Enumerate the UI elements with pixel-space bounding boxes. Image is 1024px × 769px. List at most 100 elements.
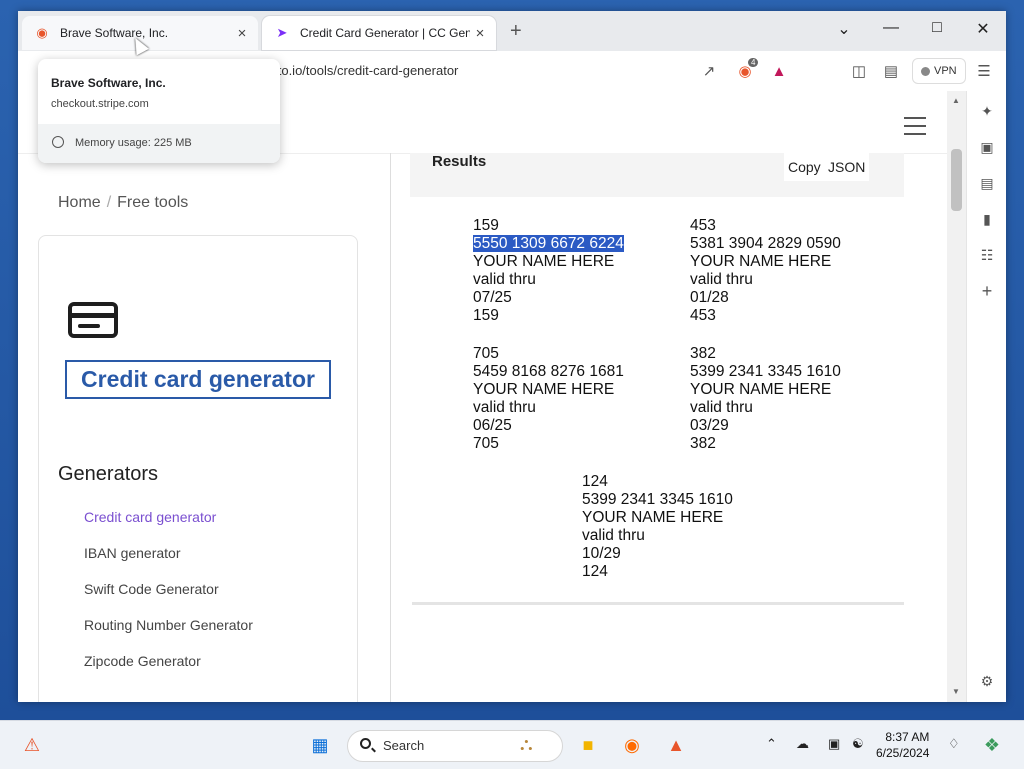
add-panel-icon[interactable]: + bbox=[977, 281, 997, 301]
results-title: Results bbox=[432, 153, 487, 170]
vpn-label: VPN bbox=[934, 65, 957, 77]
card-valid-label: valid thru bbox=[690, 271, 753, 288]
close-window-icon[interactable]: ✕ bbox=[968, 19, 998, 39]
paper-plane-icon: ➤ bbox=[276, 25, 288, 40]
talk-video-icon[interactable]: ▣ bbox=[977, 137, 997, 157]
hover-card-url: checkout.stripe.com bbox=[51, 98, 149, 110]
notification-bell-icon[interactable]: ♢ bbox=[948, 736, 960, 752]
tab-hover-card: Brave Software, Inc. checkout.stripe.com… bbox=[38, 59, 280, 163]
menu-icon[interactable]: ☰ bbox=[973, 60, 995, 82]
vpn-button[interactable]: VPN bbox=[912, 58, 966, 84]
memory-usage: Memory usage: 225 MB bbox=[75, 137, 192, 149]
web-page: Home / Free tools Credit card generator Ge… bbox=[18, 91, 947, 702]
share-icon[interactable]: ↗ bbox=[698, 60, 720, 82]
card-name: YOUR NAME HERE bbox=[473, 253, 615, 270]
brave-lion-icon: ◉ bbox=[36, 25, 48, 40]
card-cvv: 124 bbox=[582, 473, 608, 490]
vpn-status-icon bbox=[921, 66, 930, 76]
clock-date: 6/25/2024 bbox=[876, 746, 930, 760]
generator-link-swift[interactable]: Swift Code Generator bbox=[84, 581, 219, 597]
hero-title: Credit card generator bbox=[65, 360, 331, 399]
tab-credit-card-generator[interactable]: ➤ Credit Card Generator | CC Gene × bbox=[262, 16, 496, 50]
breadcrumb-free-tools[interactable]: Free tools bbox=[117, 194, 188, 211]
card-cvv: 705 bbox=[473, 345, 499, 362]
copy-button[interactable]: Copy bbox=[784, 153, 825, 181]
bookmarks-icon[interactable]: ▮ bbox=[977, 209, 997, 229]
minimize-icon[interactable]: — bbox=[876, 19, 906, 37]
card-cvv: 453 bbox=[690, 217, 716, 234]
generated-card: 705 5459 8168 8276 1681 YOUR NAME HERE v… bbox=[473, 345, 624, 453]
json-button[interactable]: JSON bbox=[824, 153, 870, 181]
generated-card: 159 5550 1309 6672 6224 YOUR NAME HERE v… bbox=[473, 217, 624, 325]
card-expiry: 01/28 bbox=[690, 289, 729, 306]
search-highlight-icon: ⛬ bbox=[520, 734, 533, 754]
address-bar[interactable]: akto.io/tools/credit-card-generator bbox=[264, 63, 458, 78]
generator-link-routing[interactable]: Routing Number Generator bbox=[84, 617, 253, 633]
generator-link-credit-card[interactable]: Credit card generator bbox=[84, 509, 216, 525]
new-tab-button[interactable]: + bbox=[510, 20, 522, 43]
card-number: 5381 3904 2829 0590 bbox=[690, 235, 841, 252]
browser-window: ◉ Brave Software, Inc. × ➤ Credit Card G… bbox=[18, 11, 1006, 702]
results-header: Results Copy JSON bbox=[410, 153, 904, 197]
generator-link-zipcode[interactable]: Zipcode Generator bbox=[84, 653, 201, 669]
card-number: 5399 2341 3345 1610 bbox=[582, 491, 733, 508]
page-scrollbar[interactable]: ▲ ▼ bbox=[947, 91, 966, 702]
scroll-up-arrow-icon[interactable]: ▲ bbox=[952, 96, 960, 105]
hamburger-menu-icon[interactable] bbox=[904, 117, 926, 141]
hover-card-footer: Memory usage: 225 MB bbox=[38, 124, 280, 163]
brave-rewards-icon[interactable]: ▲ bbox=[768, 60, 790, 82]
hover-card-title: Brave Software, Inc. bbox=[51, 76, 166, 90]
weather-alert-icon[interactable]: ⚠ bbox=[18, 731, 46, 759]
card-expiry: 06/25 bbox=[473, 417, 512, 434]
scrollbar-thumb[interactable] bbox=[951, 149, 962, 211]
card-cvv: 124 bbox=[582, 563, 608, 580]
tab-title: Brave Software, Inc. bbox=[60, 26, 169, 40]
tab-search-chevron-icon[interactable]: ⌄ bbox=[829, 19, 859, 39]
generators-heading: Generators bbox=[58, 463, 159, 485]
shields-count-badge: 4 bbox=[748, 58, 759, 67]
settings-gear-icon[interactable]: ⚙ bbox=[977, 671, 997, 691]
card-cvv: 453 bbox=[690, 307, 716, 324]
file-explorer-icon[interactable]: ■ bbox=[574, 731, 602, 759]
results-output: 159 5550 1309 6672 6224 YOUR NAME HERE v… bbox=[412, 197, 904, 605]
tab-title: Credit Card Generator | CC Gene bbox=[300, 26, 470, 40]
card-name: YOUR NAME HERE bbox=[582, 509, 724, 526]
card-number-selected: 5550 1309 6672 6224 bbox=[473, 235, 624, 252]
sidebar-toggle-icon[interactable]: ◫ bbox=[848, 60, 870, 82]
brave-taskbar-icon[interactable]: ▲ bbox=[662, 731, 690, 759]
search-icon bbox=[360, 738, 371, 749]
display-icon[interactable]: ▣ bbox=[828, 736, 840, 752]
reading-list-icon[interactable]: ☷ bbox=[977, 245, 997, 265]
wallet-icon[interactable]: ▤ bbox=[977, 173, 997, 193]
close-tab-icon[interactable]: × bbox=[232, 25, 252, 42]
generated-card: 453 5381 3904 2829 0590 YOUR NAME HERE v… bbox=[690, 217, 841, 325]
wallet-icon[interactable]: ▤ bbox=[880, 60, 902, 82]
network-icon[interactable]: ☯ bbox=[852, 736, 864, 752]
generator-link-iban[interactable]: IBAN generator bbox=[84, 545, 181, 561]
brave-sidebar: ✦ ▣ ▤ ▮ ☷ + ⚙ bbox=[966, 91, 1006, 702]
card-name: YOUR NAME HERE bbox=[690, 381, 832, 398]
maximize-icon[interactable]: □ bbox=[922, 19, 952, 37]
scroll-down-arrow-icon[interactable]: ▼ bbox=[952, 687, 960, 696]
card-valid-label: valid thru bbox=[582, 527, 645, 544]
close-tab-icon[interactable]: × bbox=[470, 25, 490, 42]
leo-ai-icon[interactable]: ✦ bbox=[977, 101, 997, 121]
windows-start-icon[interactable]: ▦ bbox=[306, 731, 334, 759]
breadcrumb-home[interactable]: Home bbox=[58, 194, 101, 211]
card-expiry: 07/25 bbox=[473, 289, 512, 306]
hero-image: Credit card generator bbox=[61, 252, 339, 448]
card-valid-label: valid thru bbox=[473, 271, 536, 288]
tray-chevron-icon[interactable]: ⌃ bbox=[766, 736, 777, 752]
taskbar-search[interactable]: Search ⛬ bbox=[347, 730, 563, 762]
firefox-icon[interactable]: ◉ bbox=[618, 731, 646, 759]
generated-card: 124 5399 2341 3345 1610 YOUR NAME HERE v… bbox=[582, 473, 733, 581]
card-number: 5459 8168 8276 1681 bbox=[473, 363, 624, 380]
system-clock[interactable]: 8:37 AM 6/25/2024 bbox=[876, 729, 929, 761]
card-expiry: 03/29 bbox=[690, 417, 729, 434]
generated-card: 382 5399 2341 3345 1610 YOUR NAME HERE v… bbox=[690, 345, 841, 453]
card-number: 5399 2341 3345 1610 bbox=[690, 363, 841, 380]
copilot-icon[interactable]: ❖ bbox=[978, 731, 1006, 759]
card-cvv: 159 bbox=[473, 217, 499, 234]
cloud-icon[interactable]: ☁ bbox=[796, 736, 809, 752]
memory-gauge-icon bbox=[52, 136, 64, 148]
